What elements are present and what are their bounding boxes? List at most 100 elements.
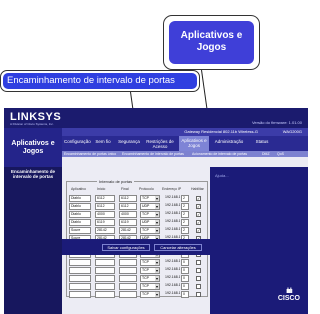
- enable-checkbox[interactable]: [196, 276, 201, 281]
- table-row: Diablo61126112UDP192.168.1.2✓: [69, 203, 207, 211]
- end-port-input[interactable]: [119, 291, 137, 298]
- ip-last-octet-input[interactable]: 0: [181, 275, 189, 282]
- start-port-input[interactable]: 6112: [95, 195, 115, 202]
- protocol-select[interactable]: TCP: [140, 291, 160, 298]
- protocol-select[interactable]: TCP: [140, 227, 160, 234]
- table-row: Diablo61196119UDP192.168.1.2✓: [69, 219, 207, 227]
- enable-checkbox[interactable]: [196, 292, 201, 297]
- callout-section-text: Aplicativos e Jogos: [169, 21, 254, 64]
- protocol-select[interactable]: TCP: [140, 267, 160, 274]
- enable-checkbox[interactable]: ✓: [196, 220, 201, 225]
- ip-prefix-text: 192.168.1.: [165, 291, 180, 295]
- protocol-select[interactable]: TCP: [140, 211, 160, 218]
- nav-aplicativos[interactable]: Aplicativos e Jogos: [179, 136, 209, 151]
- left-section-label: Encaminhamento de intervalo de portas: [10, 169, 55, 179]
- start-port-input[interactable]: 4000: [95, 211, 115, 218]
- ip-last-octet-input[interactable]: 0: [181, 291, 189, 298]
- app-name-input[interactable]: Soure: [69, 227, 91, 234]
- table-row: TCP 192.168.1.0: [69, 259, 207, 267]
- app-name-input[interactable]: [69, 283, 91, 290]
- start-port-input[interactable]: [95, 267, 115, 274]
- ip-prefix-text: 192.168.1.: [165, 259, 180, 263]
- protocol-select[interactable]: TCP: [140, 283, 160, 290]
- start-port-input[interactable]: 28142: [95, 227, 115, 234]
- router-config-page: LINKSYS A Division of Cisco Systems, Inc…: [4, 108, 308, 314]
- ip-prefix-text: 192.168.1.: [165, 211, 180, 215]
- enable-checkbox[interactable]: ✓: [196, 204, 201, 209]
- ip-last-octet-input[interactable]: 2: [181, 203, 189, 210]
- end-port-input[interactable]: 6112: [119, 203, 137, 210]
- subnav-item-0[interactable]: Encaminhamento de portas único: [64, 152, 116, 156]
- app-name-input[interactable]: [69, 267, 91, 274]
- ip-last-octet-input[interactable]: 0: [181, 259, 189, 266]
- app-name-input[interactable]: [69, 259, 91, 266]
- callout-subsection-text: Encaminhamento de intervalo de portas: [3, 73, 197, 89]
- protocol-select[interactable]: TCP: [140, 195, 160, 202]
- subnav-item-3[interactable]: DMZ: [262, 152, 270, 156]
- enable-checkbox[interactable]: [196, 260, 201, 265]
- app-name-input[interactable]: Diablo: [69, 203, 91, 210]
- enable-checkbox[interactable]: ✓: [196, 212, 201, 217]
- end-port-input[interactable]: 28142: [119, 227, 137, 234]
- start-port-input[interactable]: [95, 259, 115, 266]
- subnav-item-2[interactable]: Acionamento de intervalo de portas: [192, 152, 247, 156]
- enable-checkbox[interactable]: ✓: [196, 196, 201, 201]
- app-name-input[interactable]: Diablo: [69, 195, 91, 202]
- model-bar: Gateway Residencial 802.11b Wireless-G W…: [62, 128, 308, 136]
- firmware-version: Versão do firmware: 1.01.00: [251, 120, 302, 125]
- table-row: Soure2814228142TCP192.168.1.2✓: [69, 227, 207, 235]
- table-row: Diablo61126112TCP192.168.1.2✓: [69, 195, 207, 203]
- app-name-input[interactable]: Diablo: [69, 211, 91, 218]
- start-port-input[interactable]: 6112: [95, 203, 115, 210]
- callout-subsection: Encaminhamento de intervalo de portas: [0, 70, 200, 92]
- logo-subtitle: A Division of Cisco Systems, Inc.: [10, 122, 54, 126]
- nav-restricoes[interactable]: Restrições de Acesso: [145, 139, 175, 149]
- ip-last-octet-input[interactable]: 2: [181, 211, 189, 218]
- protocol-select[interactable]: TCP: [140, 259, 160, 266]
- button-bar: Salvar configurações Cancelar alterações: [62, 239, 210, 255]
- cancel-changes-button[interactable]: Cancelar alterações: [154, 244, 202, 251]
- protocol-select[interactable]: UDP: [140, 203, 160, 210]
- ip-prefix-text: 192.168.1.: [165, 227, 180, 231]
- main-nav: Configuração Sem fio Segurança Restriçõe…: [62, 136, 308, 151]
- nav-seguranca[interactable]: Segurança: [117, 139, 141, 144]
- app-name-input[interactable]: [69, 291, 91, 298]
- ip-last-octet-input[interactable]: 2: [181, 227, 189, 234]
- ip-last-octet-input[interactable]: 0: [181, 283, 189, 290]
- col-header-ip: Endereço IP: [162, 187, 182, 191]
- ip-last-octet-input[interactable]: 2: [181, 195, 189, 202]
- subnav-item-1[interactable]: Encaminhamento de intervalo de portas: [122, 152, 184, 156]
- protocol-select[interactable]: UDP: [140, 219, 160, 226]
- end-port-input[interactable]: 6112: [119, 195, 137, 202]
- start-port-input[interactable]: [95, 291, 115, 298]
- enable-checkbox[interactable]: [196, 284, 201, 289]
- help-column: Ajuda... ılıılı CISCO: [210, 167, 308, 314]
- callout-section: Aplicativos e Jogos: [163, 15, 260, 70]
- end-port-input[interactable]: 6119: [119, 219, 137, 226]
- enable-checkbox[interactable]: ✓: [196, 228, 201, 233]
- start-port-input[interactable]: 6119: [95, 219, 115, 226]
- app-name-input[interactable]: [69, 275, 91, 282]
- nav-sem-fio[interactable]: Sem fio: [93, 139, 113, 144]
- ip-last-octet-input[interactable]: 2: [181, 219, 189, 226]
- sub-nav: Encaminhamento de portas único Encaminha…: [62, 151, 308, 157]
- end-port-input[interactable]: [119, 275, 137, 282]
- start-port-input[interactable]: [95, 283, 115, 290]
- nav-status[interactable]: Status: [252, 139, 272, 144]
- save-settings-button[interactable]: Salvar configurações: [102, 244, 150, 251]
- subnav-item-4[interactable]: QoS: [277, 152, 284, 156]
- start-port-input[interactable]: [95, 275, 115, 282]
- nav-configuracao[interactable]: Configuração: [64, 139, 91, 144]
- end-port-input[interactable]: [119, 267, 137, 274]
- end-port-input[interactable]: [119, 283, 137, 290]
- app-name-input[interactable]: Diablo: [69, 219, 91, 226]
- ip-prefix-text: 192.168.1.: [165, 195, 180, 199]
- enable-checkbox[interactable]: [196, 268, 201, 273]
- end-port-input[interactable]: 4000: [119, 211, 137, 218]
- nav-administracao[interactable]: Administração: [213, 139, 245, 144]
- ip-last-octet-input[interactable]: 0: [181, 267, 189, 274]
- protocol-select[interactable]: TCP: [140, 275, 160, 282]
- end-port-input[interactable]: [119, 259, 137, 266]
- model-name: Gateway Residencial 802.11b Wireless-G: [184, 129, 258, 134]
- help-link[interactable]: Ajuda...: [215, 173, 229, 178]
